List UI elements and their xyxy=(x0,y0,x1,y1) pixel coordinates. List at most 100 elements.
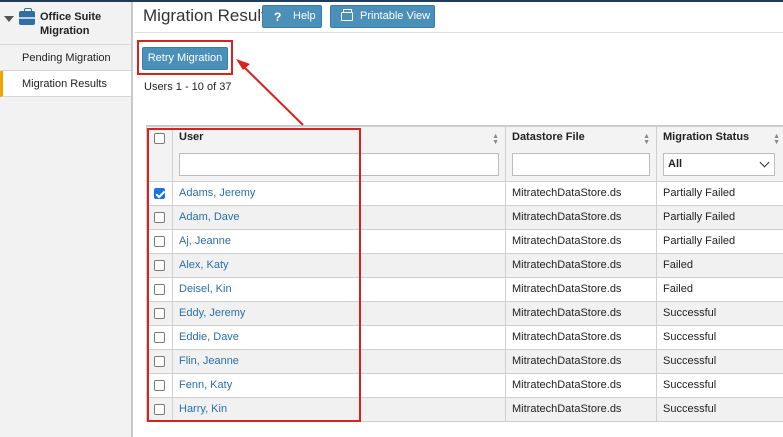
help-button-label: Help xyxy=(293,10,316,22)
row-select-cell xyxy=(146,325,173,350)
results-grid: User ▲ ▼ Datastore File ▲ ▼ Migration Stat… xyxy=(146,125,783,422)
row-select-cell xyxy=(146,349,173,374)
datastore-cell: MitratechDataStore.ds xyxy=(505,253,657,278)
sidebar-section-title: Office Suite Migration xyxy=(40,11,102,37)
status-cell: Failed xyxy=(656,253,783,278)
user-link[interactable]: Eddie, Dave xyxy=(179,331,239,343)
user-link[interactable]: Deisel, Kin xyxy=(179,283,232,295)
sidebar-section-header[interactable]: Office Suite Migration xyxy=(0,2,131,45)
sidebar-item-migration-results[interactable]: Migration Results xyxy=(0,71,131,97)
row-checkbox[interactable] xyxy=(154,307,165,319)
status-cell: Partially Failed xyxy=(656,181,783,206)
row-select-cell xyxy=(146,229,173,254)
header-divider xyxy=(135,32,783,33)
table-row[interactable]: Flin, Jeanne MitratechDataStore.ds Success… xyxy=(146,349,783,374)
results-table: User ▲ ▼ Datastore File ▲ ▼ Migration Stat… xyxy=(146,126,783,422)
user-link[interactable]: Adams, Jeremy xyxy=(179,187,255,199)
user-filter-input[interactable] xyxy=(179,153,499,176)
status-cell: Successful xyxy=(656,349,783,374)
table-row[interactable]: Aj, Jeanne MitratechDataStore.ds Partially… xyxy=(146,229,783,254)
status-filter-select[interactable]: All xyxy=(663,153,775,176)
briefcase-icon xyxy=(19,8,35,25)
sort-icon[interactable]: ▲ ▼ xyxy=(643,133,650,146)
row-checkbox[interactable] xyxy=(154,235,165,247)
row-select-cell xyxy=(146,277,173,302)
user-link[interactable]: Harry, Kin xyxy=(179,403,227,415)
row-checkbox[interactable] xyxy=(154,211,165,223)
user-cell: Eddy, Jeremy xyxy=(172,301,506,326)
datastore-cell: MitratechDataStore.ds xyxy=(505,277,657,302)
user-link[interactable]: Fenn, Katy xyxy=(179,379,232,391)
column-header-migration-status[interactable]: Migration Status ▲ ▼ All xyxy=(656,126,783,182)
status-cell: Partially Failed xyxy=(656,229,783,254)
sidebar-item-label: Migration Results xyxy=(22,78,107,90)
row-select-cell xyxy=(146,373,173,398)
column-header-datastore-file[interactable]: Datastore File ▲ ▼ xyxy=(505,126,657,182)
user-cell: Adam, Dave xyxy=(172,205,506,230)
table-row[interactable]: Fenn, Katy MitratechDataStore.ds Successfu… xyxy=(146,373,783,398)
row-checkbox[interactable] xyxy=(154,259,165,271)
row-select-cell xyxy=(146,181,173,206)
datastore-cell: MitratechDataStore.ds xyxy=(505,301,657,326)
table-row[interactable]: Harry, Kin MitratechDataStore.ds Successfu… xyxy=(146,397,783,422)
row-checkbox[interactable] xyxy=(154,187,165,199)
table-row[interactable]: Eddy, Jeremy MitratechDataStore.ds Success… xyxy=(146,301,783,326)
sidebar-item-pending-migration[interactable]: Pending Migration xyxy=(0,45,131,71)
select-all-cell xyxy=(146,126,173,182)
select-all-checkbox[interactable] xyxy=(154,133,165,144)
table-row[interactable]: Alex, Katy MitratechDataStore.ds Failed xyxy=(146,253,783,278)
row-select-cell xyxy=(146,301,173,326)
user-cell: Adams, Jeremy xyxy=(172,181,506,206)
status-cell: Successful xyxy=(656,325,783,350)
table-row[interactable]: Eddie, Dave MitratechDataStore.ds Successf… xyxy=(146,325,783,350)
user-link[interactable]: Adam, Dave xyxy=(179,211,240,223)
help-button[interactable]: ? Help xyxy=(262,5,322,28)
table-row[interactable]: Adam, Dave MitratechDataStore.ds Partially… xyxy=(146,205,783,230)
datastore-cell: MitratechDataStore.ds xyxy=(505,229,657,254)
row-checkbox[interactable] xyxy=(154,355,165,367)
datastore-cell: MitratechDataStore.ds xyxy=(505,349,657,374)
user-link[interactable]: Flin, Jeanne xyxy=(179,355,239,367)
sort-icon[interactable]: ▲ ▼ xyxy=(492,133,499,146)
row-checkbox[interactable] xyxy=(154,283,165,295)
user-cell: Aj, Jeanne xyxy=(172,229,506,254)
row-select-cell xyxy=(146,205,173,230)
user-cell: Fenn, Katy xyxy=(172,373,506,398)
caret-down-icon[interactable] xyxy=(4,16,14,22)
printable-view-button[interactable]: Printable View xyxy=(330,5,435,28)
pagination-summary: Users 1 - 10 of 37 xyxy=(144,81,232,93)
status-cell: Failed xyxy=(656,277,783,302)
datastore-cell: MitratechDataStore.ds xyxy=(505,181,657,206)
table-row[interactable]: Deisel, Kin MitratechDataStore.ds Failed xyxy=(146,277,783,302)
chevron-down-icon xyxy=(759,157,770,168)
user-cell: Flin, Jeanne xyxy=(172,349,506,374)
user-cell: Eddie, Dave xyxy=(172,325,506,350)
column-label: User xyxy=(179,131,204,143)
user-cell: Deisel, Kin xyxy=(172,277,506,302)
datastore-cell: MitratechDataStore.ds xyxy=(505,205,657,230)
row-select-cell xyxy=(146,253,173,278)
sort-icon[interactable]: ▲ ▼ xyxy=(773,133,780,146)
table-row[interactable]: Adams, Jeremy MitratechDataStore.ds Partia… xyxy=(146,181,783,206)
column-header-user[interactable]: User ▲ ▼ xyxy=(172,126,506,182)
status-filter-value: All xyxy=(668,158,683,170)
column-label: Datastore File xyxy=(512,131,585,143)
retry-migration-button[interactable]: Retry Migration xyxy=(142,47,228,70)
datastore-filter-input[interactable] xyxy=(512,153,650,176)
row-checkbox[interactable] xyxy=(154,331,165,343)
printer-icon xyxy=(341,9,353,21)
user-cell: Harry, Kin xyxy=(172,397,506,422)
status-cell: Successful xyxy=(656,301,783,326)
status-cell: Partially Failed xyxy=(656,205,783,230)
table-header-row: User ▲ ▼ Datastore File ▲ ▼ Migration Stat… xyxy=(146,126,783,182)
user-link[interactable]: Eddy, Jeremy xyxy=(179,307,245,319)
printable-view-label: Printable View xyxy=(360,10,431,22)
user-link[interactable]: Aj, Jeanne xyxy=(179,235,231,247)
sidebar-item-label: Pending Migration xyxy=(22,52,111,64)
status-cell: Successful xyxy=(656,373,783,398)
user-link[interactable]: Alex, Katy xyxy=(179,259,229,271)
row-checkbox[interactable] xyxy=(154,403,165,415)
sidebar: Office Suite Migration Pending Migration… xyxy=(0,2,133,437)
row-select-cell xyxy=(146,397,173,422)
row-checkbox[interactable] xyxy=(154,379,165,391)
